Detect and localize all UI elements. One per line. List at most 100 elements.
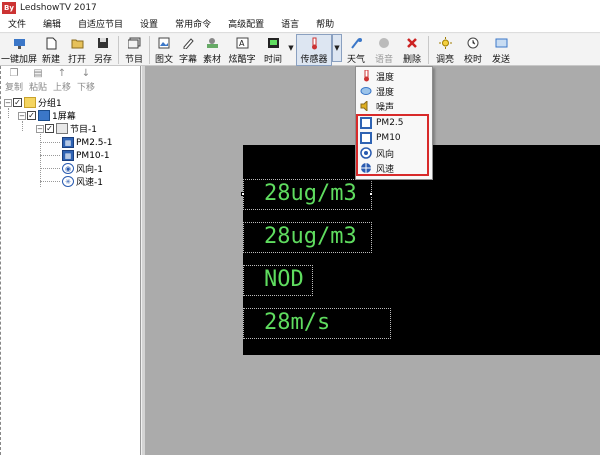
main-toolbar: 一键加屏 新建 打开 另存 节目 图文 字幕 素材 A 炫酷字 时间 ▼ 传感器	[0, 34, 600, 66]
program-tree-panel: ❐ 复制 ▤ 粘贴 ↑ 上移 ↓ 下移 − ✓ 分组1 − ✓ 1屏幕 − ✓ …	[0, 66, 141, 455]
tree-item-wind-direction[interactable]: ◉ 风向-1	[62, 162, 103, 175]
new-button[interactable]: 新建	[38, 34, 64, 66]
menu-item-humidity[interactable]: 湿度	[360, 84, 394, 98]
tree-item-pm10[interactable]: ▦ PM10-1	[62, 149, 110, 162]
collapse-toggle-icon[interactable]: −	[18, 111, 26, 120]
cool-text-label: 炫酷字	[228, 55, 256, 65]
material-icon	[205, 36, 219, 50]
weather-button[interactable]: 天气	[342, 34, 370, 66]
time-dropdown-arrow[interactable]: ▼	[286, 34, 296, 62]
open-button[interactable]: 打开	[64, 34, 90, 66]
brightness-icon	[438, 36, 452, 50]
delete-button[interactable]: 删除	[398, 34, 426, 66]
screen-checkbox[interactable]: ✓	[27, 111, 36, 120]
new-label: 新建	[41, 55, 60, 65]
new-file-icon	[44, 36, 58, 50]
delete-icon	[405, 36, 419, 50]
time-button[interactable]: 时间	[260, 34, 286, 66]
wind-direction-area[interactable]: NOD	[243, 265, 313, 296]
menu-help[interactable]: 帮助	[308, 17, 343, 30]
app-logo-icon: By	[2, 1, 16, 14]
menu-file[interactable]: 文件	[0, 17, 35, 30]
title-bar: By LedshowTV 2017	[0, 0, 600, 15]
menu-edit[interactable]: 编辑	[35, 17, 70, 30]
sensor-button[interactable]: 传感器	[296, 34, 332, 66]
program-icon	[127, 36, 141, 50]
noise-label: 噪声	[376, 102, 395, 113]
program-button[interactable]: 节目	[121, 34, 147, 66]
clock-icon	[266, 36, 280, 50]
save-as-label: 另存	[93, 55, 112, 65]
send-icon	[494, 36, 508, 50]
resize-handle[interactable]	[241, 192, 245, 196]
wind-direction-icon: ◉	[62, 163, 74, 174]
tree-guide-line	[22, 121, 23, 131]
group-checkbox[interactable]: ✓	[13, 98, 22, 107]
voice-icon	[377, 36, 391, 50]
send-button[interactable]: 发送	[487, 34, 515, 66]
weather-label: 天气	[346, 55, 365, 65]
voice-label: 语音	[374, 55, 393, 65]
collapse-toggle-icon[interactable]: −	[4, 98, 12, 107]
sensor-dropdown-arrow[interactable]: ▼	[332, 34, 342, 62]
cool-text-button[interactable]: A 炫酷字	[224, 34, 260, 66]
wind-speed-icon: ✳	[62, 176, 74, 187]
program-label: 节目-1	[70, 125, 97, 135]
image-text-button[interactable]: 图文	[152, 34, 176, 66]
screen-label: 1屏幕	[52, 112, 76, 122]
copy-button[interactable]: ❐ 复制	[2, 66, 26, 93]
pm25-icon: ▦	[62, 137, 74, 148]
tree-item-program[interactable]: − ✓ 节目-1	[36, 122, 97, 135]
time-sync-label: 校时	[463, 55, 482, 65]
collapse-toggle-icon[interactable]: −	[36, 124, 44, 133]
subtitle-button[interactable]: 字幕	[176, 34, 200, 66]
save-as-button[interactable]: 另存	[90, 34, 116, 66]
save-icon	[96, 36, 110, 50]
speaker-icon	[360, 100, 372, 112]
tree-item-pm25[interactable]: ▦ PM2.5-1	[62, 136, 112, 149]
menu-item-noise[interactable]: 噪声	[360, 99, 394, 113]
move-down-button[interactable]: ↓ 下移	[74, 66, 98, 93]
move-up-button[interactable]: ↑ 上移	[50, 66, 74, 93]
panel-edge	[0, 66, 1, 455]
send-label: 发送	[491, 55, 510, 65]
cool-text-icon: A	[235, 36, 249, 50]
pm10-icon: ▦	[62, 150, 74, 161]
tree-item-screen[interactable]: − ✓ 1屏幕	[18, 109, 76, 122]
toolbar-divider	[118, 36, 119, 64]
menu-settings[interactable]: 设置	[132, 17, 167, 30]
menu-item-temperature[interactable]: 温度	[360, 69, 394, 83]
menu-advanced-config[interactable]: 高级配置	[220, 17, 273, 30]
screen-icon	[38, 110, 50, 121]
wind-direction-label: 风向-1	[76, 165, 103, 175]
tree-item-wind-speed[interactable]: ✳ 风速-1	[62, 175, 103, 188]
resize-handle[interactable]	[369, 192, 373, 196]
menu-common-commands[interactable]: 常用命令	[167, 17, 220, 30]
time-label: 时间	[263, 55, 282, 65]
material-button[interactable]: 素材	[200, 34, 224, 66]
move-up-label: 上移	[52, 83, 71, 93]
program-checkbox[interactable]: ✓	[45, 124, 54, 133]
selection-highlight-box	[356, 114, 429, 176]
time-sync-button[interactable]: 校时	[459, 34, 487, 66]
temperature-label: 温度	[376, 72, 395, 83]
pm10-area[interactable]: 28ug/m3	[243, 222, 372, 253]
sensor-icon	[307, 37, 321, 50]
add-screen-label: 一键加屏	[0, 55, 37, 65]
wind-speed-area[interactable]: 28m/s	[243, 308, 391, 339]
image-text-icon	[157, 36, 171, 50]
sensor-label: 传感器	[300, 55, 328, 65]
material-label: 素材	[202, 55, 221, 65]
voice-button[interactable]: 语音	[370, 34, 398, 66]
chevron-down-icon: ▼	[288, 44, 294, 52]
menu-language[interactable]: 语言	[273, 17, 308, 30]
subtitle-label: 字幕	[178, 55, 197, 65]
tree-item-group[interactable]: − ✓ 分组1	[4, 96, 62, 109]
paste-button[interactable]: ▤ 粘贴	[26, 66, 50, 93]
pm25-area[interactable]: 28ug/m3	[243, 179, 372, 210]
menu-adaptive-program[interactable]: 自适应节目	[70, 17, 132, 30]
add-screen-button[interactable]: 一键加屏	[0, 34, 38, 66]
brightness-button[interactable]: 调亮	[431, 34, 459, 66]
copy-label: 复制	[4, 83, 23, 93]
toolbar-divider	[149, 36, 150, 64]
